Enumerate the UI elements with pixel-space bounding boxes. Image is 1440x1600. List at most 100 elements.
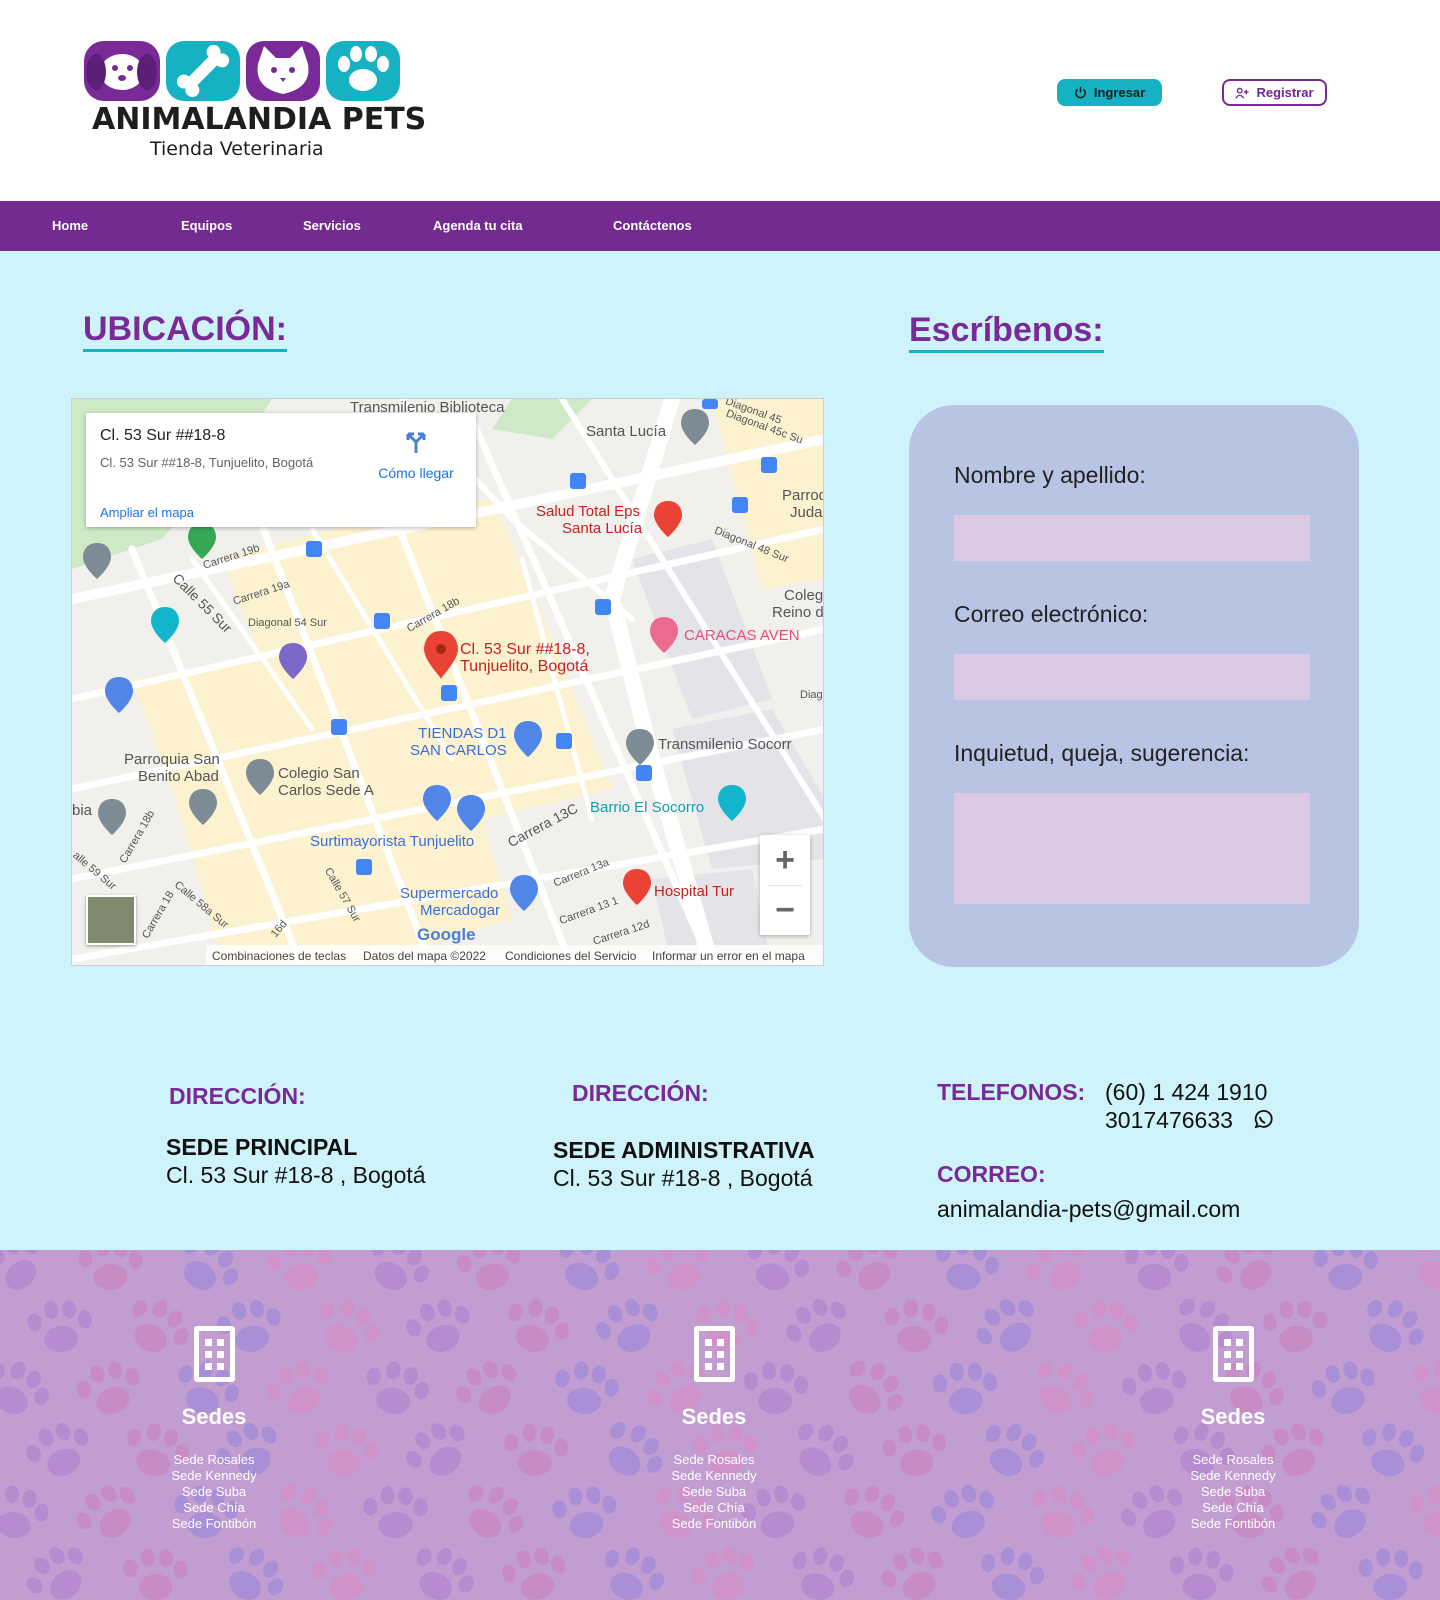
footer-link[interactable]: Sede Fontibón xyxy=(614,1516,814,1532)
nav-item-agenda[interactable]: Agenda tu cita xyxy=(433,218,523,233)
map-label: Salud Total Eps Santa Lucía xyxy=(536,503,643,537)
directions-icon xyxy=(406,432,426,453)
map-pin-label: Cl. 53 Sur ##18-8, Tunjuelito, Bogotá xyxy=(460,641,590,675)
email-field[interactable] xyxy=(954,654,1310,700)
phones-heading: TELEFONOS: xyxy=(937,1079,1086,1105)
whatsapp-icon[interactable] xyxy=(1252,1109,1274,1131)
paw-print xyxy=(1069,1299,1140,1360)
footer-link[interactable]: Sede Suba xyxy=(614,1484,814,1500)
site-header: ANIMALANDIA PETS Tienda Veterinaria Ingr… xyxy=(0,0,1440,201)
site-footer: Sedes Sede Rosales Sede Kennedy Sede Sub… xyxy=(0,1250,1440,1600)
footer-link[interactable]: Sede Suba xyxy=(114,1484,314,1500)
building-icon xyxy=(194,1326,235,1382)
map-label: bia xyxy=(72,802,93,819)
name-label: Nombre y apellido: xyxy=(954,462,1146,488)
map-label: Transmilenio Socorr xyxy=(658,736,792,753)
map-footer-link[interactable]: Informar un error en el mapa xyxy=(652,949,805,963)
nav-item-servicios[interactable]: Servicios xyxy=(303,218,361,233)
footer-link[interactable]: Sede Rosales xyxy=(614,1452,814,1468)
name-field[interactable] xyxy=(954,515,1310,561)
footer-link[interactable]: Sede Chía xyxy=(114,1500,314,1516)
nav-item-contactenos[interactable]: Contáctenos xyxy=(613,218,692,233)
footer-link[interactable]: Sede Kennedy xyxy=(1133,1468,1333,1484)
map-street-label: Diagonal 54 Sur xyxy=(248,617,327,629)
paw-print xyxy=(21,1295,99,1364)
email-heading: CORREO: xyxy=(937,1161,1046,1187)
login-label: Ingresar xyxy=(1093,85,1146,100)
directions-label: Cómo llegar xyxy=(378,465,454,481)
map-label: Parroquia San Benito Abad xyxy=(124,751,220,785)
footer-link[interactable]: Sede Fontibón xyxy=(1133,1516,1333,1532)
nav-item-home[interactable]: Home xyxy=(52,218,88,233)
map-card-title: Cl. 53 Sur ##18-8 xyxy=(100,427,226,444)
satellite-toggle[interactable] xyxy=(86,895,136,945)
email-address[interactable]: animalandia-pets@gmail.com xyxy=(937,1196,1240,1223)
admin-branch-address: Cl. 53 Sur #18-8 , Bogotá xyxy=(553,1165,813,1191)
nav-item-equipos[interactable]: Equipos xyxy=(181,218,232,233)
paw-print xyxy=(875,1418,955,1490)
expand-map-link[interactable]: Ampliar el mapa xyxy=(100,505,194,520)
brand-logo[interactable]: ANIMALANDIA PETS Tienda Veterinaria xyxy=(82,38,426,168)
address-heading: DIRECCIÓN: xyxy=(169,1083,306,1109)
footer-column-title: Sedes xyxy=(1200,1404,1266,1429)
footer-column-title: Sedes xyxy=(681,1404,747,1429)
paw-print xyxy=(824,1347,916,1437)
paw-print xyxy=(1015,1348,1106,1435)
user-plus-icon xyxy=(1235,87,1250,99)
footer-column: Sedes Sede Rosales Sede Kennedy Sede Sub… xyxy=(1133,1250,1333,1600)
main-branch-name: SEDE PRINCIPAL xyxy=(166,1134,358,1160)
footer-link-list: Sede Rosales Sede Kennedy Sede Suba Sede… xyxy=(114,1452,314,1532)
map-label: CARACAS AVEN xyxy=(684,627,800,644)
google-logo: Google xyxy=(417,925,476,944)
paw-print xyxy=(306,1543,385,1600)
location-title: UBICACIÓN: xyxy=(83,309,287,352)
footer-link-list: Sede Rosales Sede Kennedy Sede Suba Sede… xyxy=(614,1452,814,1532)
map-label: TIENDAS D1 SAN CARLOS xyxy=(410,725,507,759)
map-street-label: Diag xyxy=(800,689,823,701)
admin-branch-name: SEDE ADMINISTRATIVA xyxy=(553,1137,815,1163)
register-label: Registrar xyxy=(1256,85,1314,100)
footer-column: Sedes Sede Rosales Sede Kennedy Sede Sub… xyxy=(114,1250,314,1600)
paw-print xyxy=(970,1542,1049,1600)
paw-print xyxy=(499,1423,570,1484)
map-footer-link[interactable]: Condiciones del Servicio xyxy=(505,949,636,963)
zoom-in-button[interactable]: + xyxy=(760,835,810,885)
paw-print xyxy=(355,1355,436,1428)
login-button[interactable]: Ingresar xyxy=(1057,79,1162,106)
footer-column: Sedes Sede Rosales Sede Kennedy Sede Sub… xyxy=(614,1250,814,1600)
footer-link[interactable]: Sede Rosales xyxy=(1133,1452,1333,1468)
footer-link[interactable]: Sede Suba xyxy=(1133,1484,1333,1500)
map-label: ParroqJudas xyxy=(782,487,824,521)
footer-link[interactable]: Sede Kennedy xyxy=(614,1468,814,1484)
footer-link[interactable]: Sede Chía xyxy=(1133,1500,1333,1516)
register-button[interactable]: Registrar xyxy=(1222,79,1327,106)
footer-link[interactable]: Sede Kennedy xyxy=(114,1468,314,1484)
map-label: Santa Lucía xyxy=(586,423,667,440)
zoom-out-button[interactable]: − xyxy=(760,885,810,935)
map-card-address: Cl. 53 Sur ##18-8, Tunjuelito, Bogotá xyxy=(100,455,314,470)
brand-name: ANIMALANDIA PETS xyxy=(92,102,427,137)
landline-number: (60) 1 424 1910 xyxy=(1105,1079,1268,1105)
paw-print xyxy=(444,1472,535,1560)
map-footer-link[interactable]: Datos del mapa ©2022 xyxy=(363,949,486,963)
email-label: Correo electrónico: xyxy=(954,601,1149,627)
footer-link[interactable]: Sede Fontibón xyxy=(114,1516,314,1532)
embedded-map[interactable]: Transmilenio Biblioteca Santa Lucía Salu… xyxy=(71,398,824,966)
message-label: Inquietud, queja, sugerencia: xyxy=(954,740,1250,766)
contact-form: Nombre y apellido: Correo electrónico: I… xyxy=(909,405,1359,967)
map-footer-link[interactable]: Combinaciones de teclas xyxy=(212,949,346,963)
footer-link[interactable]: Sede Chía xyxy=(614,1500,814,1516)
map-label: Hospital Tur xyxy=(654,883,735,900)
footer-link-list: Sede Rosales Sede Kennedy Sede Suba Sede… xyxy=(1133,1452,1333,1532)
paw-print xyxy=(1403,1484,1440,1548)
paw-print xyxy=(547,1359,623,1426)
map-zoom-controls: + − xyxy=(760,835,810,935)
address-heading: DIRECCIÓN: xyxy=(572,1080,709,1106)
directions-button[interactable]: Cómo llegar xyxy=(370,427,462,483)
message-field[interactable] xyxy=(954,793,1310,904)
map-label: Supermercado Mercadogar xyxy=(400,885,501,919)
footer-link[interactable]: Sede Rosales xyxy=(114,1452,314,1468)
map-footer-bar: Combinaciones de teclas Datos del mapa ©… xyxy=(206,945,823,965)
map-label: ColegiReino de xyxy=(772,587,824,621)
footer-column-title: Sedes xyxy=(181,1404,247,1429)
